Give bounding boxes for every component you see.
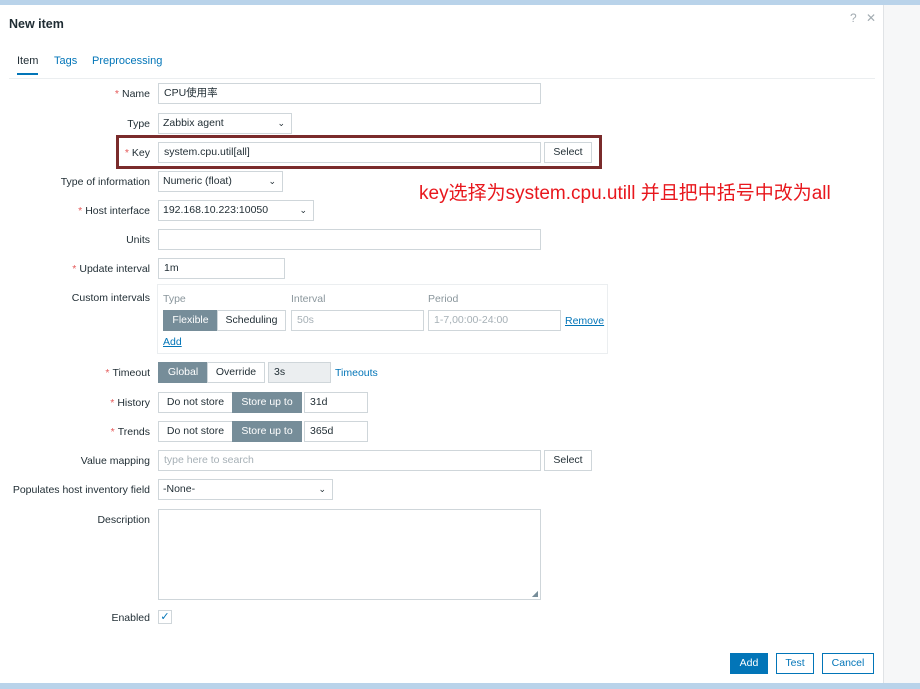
type-of-information-label: Type of information bbox=[60, 176, 150, 188]
units-input[interactable] bbox=[158, 229, 541, 250]
host-interface-label: * Host interface bbox=[78, 205, 150, 217]
annotation-text: key选择为system.cpu.utill 并且把中括号中改为all bbox=[419, 183, 831, 204]
chevron-down-icon: ⌄ bbox=[318, 484, 326, 494]
trends-input[interactable]: 365d bbox=[304, 421, 368, 442]
type-label: Type bbox=[127, 118, 150, 130]
key-label: * Key bbox=[124, 147, 150, 159]
custom-interval-placeholder: 50s bbox=[297, 314, 314, 326]
value-mapping-placeholder: type here to search bbox=[164, 454, 254, 466]
history-input[interactable]: 31d bbox=[304, 392, 368, 413]
name-label: * Name bbox=[114, 88, 150, 100]
inventory-field-label: Populates host inventory field bbox=[12, 484, 150, 496]
trends-label: * Trends bbox=[110, 426, 150, 438]
tab-tags[interactable]: Tags bbox=[54, 55, 77, 67]
update-interval-input[interactable]: 1m bbox=[158, 258, 285, 279]
required-mark: * bbox=[72, 263, 77, 275]
dialog-title: New item bbox=[9, 17, 64, 31]
update-interval-label: * Update interval bbox=[72, 263, 150, 275]
history-store-up-to-toggle[interactable]: Store up to bbox=[232, 392, 302, 413]
chevron-down-icon: ⌄ bbox=[268, 176, 276, 186]
chevron-down-icon: ⌄ bbox=[299, 205, 307, 215]
required-mark: * bbox=[78, 205, 83, 217]
add-interval-link[interactable]: Add bbox=[163, 336, 182, 348]
timeout-value-input: 3s bbox=[268, 362, 331, 383]
custom-period-input[interactable]: 1-7,00:00-24:00 bbox=[428, 310, 561, 331]
resize-handle-icon[interactable]: ◢ bbox=[532, 589, 538, 598]
required-mark: * bbox=[105, 367, 110, 379]
type-select[interactable]: Zabbix agent ⌄ bbox=[158, 113, 292, 134]
key-input[interactable]: system.cpu.util[all] bbox=[158, 142, 541, 163]
name-input[interactable]: CPU使用率 bbox=[158, 83, 541, 104]
chevron-down-icon: ⌄ bbox=[277, 118, 285, 128]
type-of-information-select[interactable]: Numeric (float) ⌄ bbox=[158, 171, 283, 192]
cancel-button[interactable]: Cancel bbox=[822, 653, 874, 674]
host-interface-select[interactable]: 192.168.10.223:10050 ⌄ bbox=[158, 200, 314, 221]
trends-store-up-to-toggle[interactable]: Store up to bbox=[232, 421, 302, 442]
units-label: Units bbox=[126, 234, 150, 246]
window-bottom-strip bbox=[0, 683, 920, 689]
timeout-label: * Timeout bbox=[105, 367, 150, 379]
timeout-override-toggle[interactable]: Override bbox=[207, 362, 265, 383]
add-button[interactable]: Add bbox=[730, 653, 768, 674]
required-mark: * bbox=[124, 147, 129, 159]
tab-preprocessing[interactable]: Preprocessing bbox=[92, 55, 162, 67]
scheduling-toggle[interactable]: Scheduling bbox=[217, 310, 286, 331]
key-select-button[interactable]: Select bbox=[544, 142, 592, 163]
type-of-information-value: Numeric (float) bbox=[163, 175, 232, 187]
remove-interval-link[interactable]: Remove bbox=[565, 315, 604, 327]
history-label: * History bbox=[110, 397, 150, 409]
tab-item[interactable]: Item bbox=[17, 55, 39, 75]
custom-intervals-interval-header: Interval bbox=[291, 293, 326, 305]
flexible-toggle[interactable]: Flexible bbox=[163, 310, 218, 331]
custom-intervals-period-header: Period bbox=[428, 293, 459, 305]
value-mapping-label: Value mapping bbox=[80, 455, 150, 467]
type-select-value: Zabbix agent bbox=[163, 117, 224, 129]
tab-divider bbox=[9, 78, 875, 79]
timeouts-link[interactable]: Timeouts bbox=[335, 367, 378, 379]
inventory-field-value: -None- bbox=[163, 483, 196, 495]
custom-intervals-type-header: Type bbox=[163, 293, 186, 305]
required-mark: * bbox=[114, 88, 119, 100]
history-do-not-store-toggle[interactable]: Do not store bbox=[158, 392, 233, 413]
required-mark: * bbox=[110, 397, 115, 409]
enabled-label: Enabled bbox=[111, 612, 150, 624]
value-mapping-select-button[interactable]: Select bbox=[544, 450, 592, 471]
enabled-checkbox[interactable]: ✓ bbox=[158, 610, 172, 624]
timeout-global-toggle[interactable]: Global bbox=[158, 362, 208, 383]
host-interface-value: 192.168.10.223:10050 bbox=[163, 204, 269, 216]
custom-period-placeholder: 1-7,00:00-24:00 bbox=[434, 314, 509, 326]
help-icon[interactable]: ? bbox=[850, 11, 857, 25]
trends-do-not-store-toggle[interactable]: Do not store bbox=[158, 421, 233, 442]
inventory-field-select[interactable]: -None- ⌄ bbox=[158, 479, 333, 500]
description-label: Description bbox=[97, 514, 150, 526]
description-textarea[interactable]: ◢ bbox=[158, 509, 541, 600]
test-button[interactable]: Test bbox=[776, 653, 814, 674]
value-mapping-input[interactable]: type here to search bbox=[158, 450, 541, 471]
background-page-edge bbox=[883, 5, 920, 683]
required-mark: * bbox=[110, 426, 115, 438]
custom-intervals-label: Custom intervals bbox=[71, 292, 150, 304]
close-icon[interactable]: ✕ bbox=[866, 11, 876, 25]
custom-interval-input[interactable]: 50s bbox=[291, 310, 424, 331]
